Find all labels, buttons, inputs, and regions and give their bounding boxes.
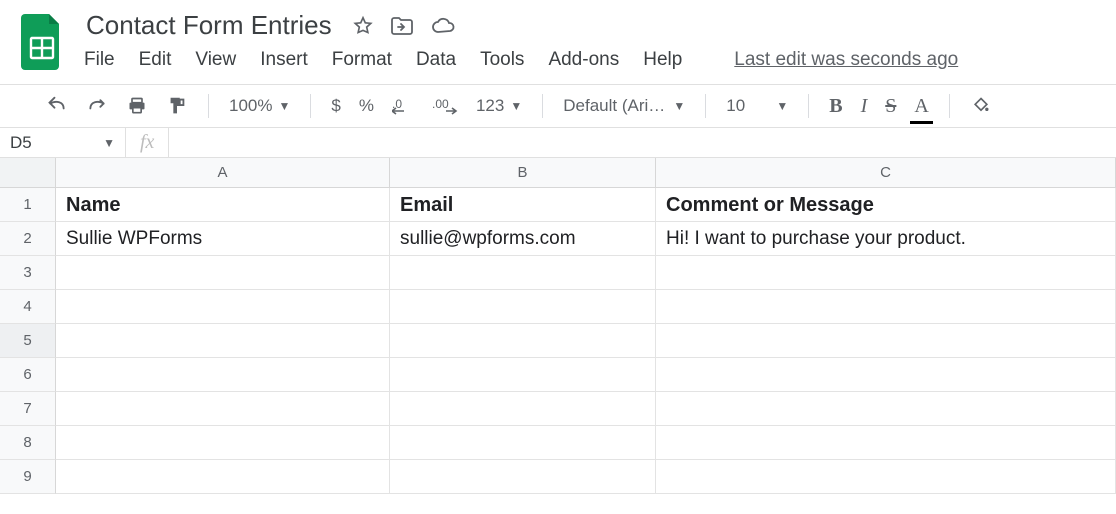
row-header[interactable]: 2 <box>0 222 56 256</box>
cell-B3[interactable] <box>390 256 656 290</box>
sheets-logo[interactable] <box>18 10 66 74</box>
cell-A7[interactable] <box>56 392 390 426</box>
row-header[interactable]: 4 <box>0 290 56 324</box>
menu-tools[interactable]: Tools <box>480 49 524 71</box>
cell-C6[interactable] <box>656 358 1116 392</box>
cell-A5[interactable] <box>56 324 390 358</box>
cell-C8[interactable] <box>656 426 1116 460</box>
cell-C5[interactable] <box>656 324 1116 358</box>
menu-data[interactable]: Data <box>416 49 456 71</box>
fx-icon: fx <box>126 128 169 157</box>
menu-insert[interactable]: Insert <box>260 49 308 71</box>
toolbar: 100% ▼ $ % .0 .00 123 ▼ Default (Ari… ▼ … <box>0 84 1116 128</box>
menu-addons[interactable]: Add-ons <box>548 49 619 71</box>
zoom-select[interactable]: 100% ▼ <box>225 92 294 120</box>
zoom-value: 100% <box>229 96 272 116</box>
cell-A6[interactable] <box>56 358 390 392</box>
menu-edit[interactable]: Edit <box>139 49 172 71</box>
col-header[interactable]: B <box>390 158 656 188</box>
cell-B7[interactable] <box>390 392 656 426</box>
cell-A2[interactable]: Sullie WPForms <box>56 222 390 256</box>
font-name-value: Default (Ari… <box>563 96 665 116</box>
cell-A4[interactable] <box>56 290 390 324</box>
cell-C2[interactable]: Hi! I want to purchase your product. <box>656 222 1116 256</box>
row-header[interactable]: 5 <box>0 324 56 358</box>
star-icon[interactable] <box>352 15 374 37</box>
menu-view[interactable]: View <box>195 49 236 71</box>
row-header[interactable]: 1 <box>0 188 56 222</box>
svg-text:.00: .00 <box>432 97 449 111</box>
print-button[interactable] <box>122 92 152 120</box>
cell-A1[interactable]: Name <box>56 188 390 222</box>
row-header[interactable]: 8 <box>0 426 56 460</box>
last-edit-link[interactable]: Last edit was seconds ago <box>734 49 958 71</box>
more-formats-button[interactable]: 123 ▼ <box>472 92 526 120</box>
cell-B8[interactable] <box>390 426 656 460</box>
decrease-decimal-button[interactable]: .0 <box>388 92 418 120</box>
name-box-value: D5 <box>10 133 32 153</box>
font-select[interactable]: Default (Ari… ▼ <box>559 92 689 120</box>
select-all-corner[interactable] <box>0 158 56 188</box>
cell-B6[interactable] <box>390 358 656 392</box>
format-currency-button[interactable]: $ <box>327 92 344 120</box>
undo-button[interactable] <box>42 92 72 120</box>
cell-B9[interactable] <box>390 460 656 494</box>
menu-help[interactable]: Help <box>643 49 682 71</box>
cell-A9[interactable] <box>56 460 390 494</box>
format-percent-button[interactable]: % <box>355 92 378 120</box>
cell-B1[interactable]: Email <box>390 188 656 222</box>
chevron-down-icon: ▼ <box>103 136 115 150</box>
cell-A8[interactable] <box>56 426 390 460</box>
col-header[interactable]: C <box>656 158 1116 188</box>
cloud-status-icon[interactable] <box>430 16 456 36</box>
chevron-down-icon: ▼ <box>510 99 522 113</box>
spreadsheet-grid[interactable]: 1 2 3 4 5 6 7 8 9 A B C Name Email Comme… <box>0 158 1116 494</box>
cell-C1[interactable]: Comment or Message <box>656 188 1116 222</box>
paint-format-button[interactable] <box>162 91 192 121</box>
font-size-select[interactable]: 10 ▼ <box>722 92 792 120</box>
row-header[interactable]: 9 <box>0 460 56 494</box>
cell-C9[interactable] <box>656 460 1116 494</box>
italic-button[interactable]: I <box>857 91 872 122</box>
cell-B5[interactable] <box>390 324 656 358</box>
chevron-down-icon: ▼ <box>673 99 685 113</box>
cell-A3[interactable] <box>56 256 390 290</box>
menu-bar: File Edit View Insert Format Data Tools … <box>84 49 1108 71</box>
text-color-button[interactable]: A <box>910 91 932 122</box>
cell-B4[interactable] <box>390 290 656 324</box>
document-title[interactable]: Contact Form Entries <box>84 8 334 43</box>
name-box[interactable]: D5 ▼ <box>0 128 126 157</box>
increase-decimal-button[interactable]: .00 <box>428 92 462 120</box>
bold-button[interactable]: B <box>825 91 846 122</box>
row-header[interactable]: 3 <box>0 256 56 290</box>
chevron-down-icon: ▼ <box>776 99 788 113</box>
move-to-folder-icon[interactable] <box>390 15 414 37</box>
cell-C3[interactable] <box>656 256 1116 290</box>
cell-B2[interactable]: sullie@wpforms.com <box>390 222 656 256</box>
row-header[interactable]: 6 <box>0 358 56 392</box>
menu-file[interactable]: File <box>84 49 115 71</box>
menu-format[interactable]: Format <box>332 49 392 71</box>
cell-C7[interactable] <box>656 392 1116 426</box>
fill-color-button[interactable] <box>966 92 996 120</box>
row-header[interactable]: 7 <box>0 392 56 426</box>
more-formats-label: 123 <box>476 96 504 116</box>
cell-C4[interactable] <box>656 290 1116 324</box>
chevron-down-icon: ▼ <box>278 99 290 113</box>
font-size-value: 10 <box>726 96 745 116</box>
formula-bar[interactable] <box>169 128 1116 157</box>
col-header[interactable]: A <box>56 158 390 188</box>
strike-button[interactable]: S <box>881 91 900 122</box>
redo-button[interactable] <box>82 92 112 120</box>
